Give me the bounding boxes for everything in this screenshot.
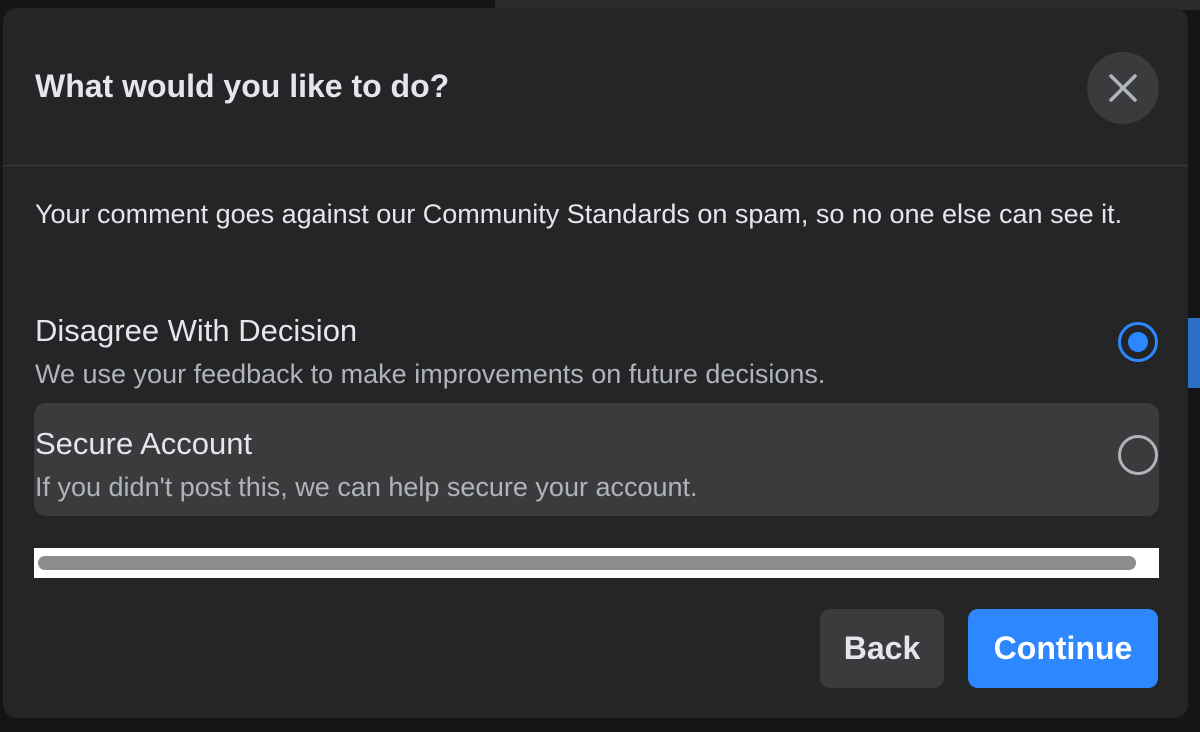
dialog-message: Your comment goes against our Community … bbox=[35, 199, 1123, 229]
dialog-title: What would you like to do? bbox=[35, 68, 450, 104]
option-title: Secure Account bbox=[35, 426, 253, 461]
back-button[interactable]: Back bbox=[820, 609, 944, 688]
close-button[interactable] bbox=[1087, 52, 1159, 124]
continue-button[interactable]: Continue bbox=[968, 609, 1158, 688]
option-disagree-with-decision[interactable]: Disagree With Decision We use your feedb… bbox=[34, 290, 1159, 403]
radio-selected[interactable] bbox=[1118, 322, 1158, 362]
radio-unselected[interactable] bbox=[1118, 435, 1158, 475]
dialog: What would you like to do? Your comment … bbox=[3, 8, 1188, 718]
close-icon bbox=[1109, 74, 1137, 102]
option-title: Disagree With Decision bbox=[35, 313, 358, 348]
dialog-header: What would you like to do? bbox=[3, 8, 1188, 166]
option-description: If you didn't post this, we can help sec… bbox=[35, 472, 698, 502]
redacted-content bbox=[34, 548, 1159, 578]
radio-dot bbox=[1128, 332, 1148, 352]
option-description: We use your feedback to make improvement… bbox=[35, 359, 826, 389]
background-accent bbox=[1188, 318, 1200, 388]
option-secure-account[interactable]: Secure Account If you didn't post this, … bbox=[34, 403, 1159, 516]
redaction-bar bbox=[38, 556, 1136, 570]
